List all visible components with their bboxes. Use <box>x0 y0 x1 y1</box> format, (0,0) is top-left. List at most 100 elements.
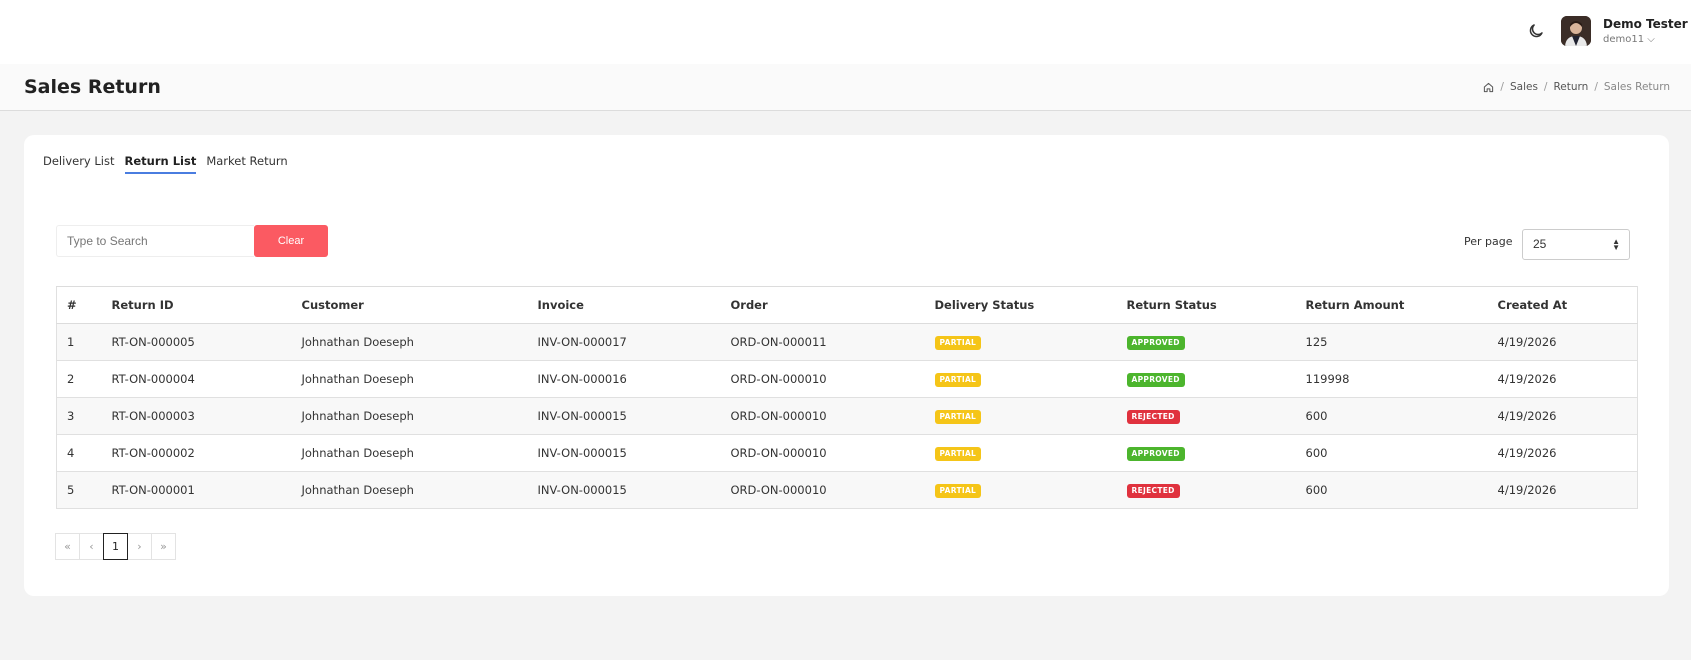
breadcrumb-current: Sales Return <box>1603 81 1670 93</box>
delivery-status-badge: PARTIAL <box>934 447 982 461</box>
column-header-created-at[interactable]: Created At <box>1487 286 1638 324</box>
cell-return-id: RT-ON-000002 <box>101 434 292 472</box>
top-navbar: Demo Tester demo11 ⌵ <box>0 0 1691 64</box>
cell-invoice: INV-ON-000017 <box>527 323 721 361</box>
cell-delivery-status: PARTIAL <box>924 471 1117 509</box>
column-header-number[interactable]: # <box>56 286 102 324</box>
cell-number: 5 <box>56 471 102 509</box>
user-name[interactable]: Demo Tester <box>1603 17 1688 31</box>
cell-created-at: 4/19/2026 <box>1487 434 1638 472</box>
content-card: Delivery List Return List Market Return … <box>24 135 1669 596</box>
breadcrumb-item-return[interactable]: Return <box>1553 81 1588 93</box>
table-row[interactable]: 2 RT-ON-000004 Johnathan Doeseph INV-ON-… <box>56 360 1638 398</box>
cell-return-id: RT-ON-000004 <box>101 360 292 398</box>
user-menu-toggle[interactable]: demo11 ⌵ <box>1603 34 1655 45</box>
page-title: Sales Return <box>24 76 161 98</box>
cell-customer: Johnathan Doeseph <box>291 360 528 398</box>
cell-customer: Johnathan Doeseph <box>291 397 528 435</box>
cell-order: ORD-ON-000010 <box>720 397 925 435</box>
breadcrumb-separator: / <box>1500 81 1504 93</box>
column-header-delivery-status[interactable]: Delivery Status <box>924 286 1117 324</box>
chevron-down-icon: ⌵ <box>1647 34 1655 45</box>
cell-customer: Johnathan Doeseph <box>291 434 528 472</box>
tab-market-return[interactable]: Market Return <box>206 154 287 174</box>
per-page-label: Per page <box>1464 235 1513 248</box>
table-row[interactable]: 4 RT-ON-000002 Johnathan Doeseph INV-ON-… <box>56 434 1638 472</box>
cell-created-at: 4/19/2026 <box>1487 323 1638 361</box>
per-page-value: 25 <box>1533 237 1547 251</box>
breadcrumb-separator: / <box>1543 81 1548 93</box>
cell-number: 2 <box>56 360 102 398</box>
next-page-button[interactable]: › <box>127 533 152 560</box>
tab-delivery-list[interactable]: Delivery List <box>43 154 115 174</box>
moon-icon[interactable] <box>1527 22 1545 40</box>
cell-customer: Johnathan Doeseph <box>291 323 528 361</box>
page-button-current[interactable]: 1 <box>103 533 128 560</box>
return-status-badge: REJECTED <box>1126 484 1180 498</box>
table-row[interactable]: 3 RT-ON-000003 Johnathan Doeseph INV-ON-… <box>56 397 1638 435</box>
column-header-order[interactable]: Order <box>720 286 925 324</box>
cell-return-amount: 125 <box>1295 323 1488 361</box>
cell-number: 4 <box>56 434 102 472</box>
delivery-status-badge: PARTIAL <box>934 410 982 424</box>
column-header-return-amount[interactable]: Return Amount <box>1295 286 1488 324</box>
per-page-select[interactable]: 25 ▲ ▼ <box>1522 229 1630 260</box>
cell-return-status: REJECTED <box>1116 471 1296 509</box>
cell-invoice: INV-ON-000016 <box>527 360 721 398</box>
breadcrumb-item-sales[interactable]: Sales <box>1510 81 1538 93</box>
cell-created-at: 4/19/2026 <box>1487 471 1638 509</box>
page-header: Sales Return / Sales / Return / Sales Re… <box>0 64 1691 111</box>
cell-order: ORD-ON-000010 <box>720 434 925 472</box>
cell-return-id: RT-ON-000001 <box>101 471 292 509</box>
column-header-return-status[interactable]: Return Status <box>1116 286 1296 324</box>
cell-number: 3 <box>56 397 102 435</box>
delivery-status-badge: PARTIAL <box>934 336 982 350</box>
first-page-button[interactable]: « <box>55 533 80 560</box>
cell-return-status: APPROVED <box>1116 323 1296 361</box>
cell-return-id: RT-ON-000003 <box>101 397 292 435</box>
cell-number: 1 <box>56 323 102 361</box>
table-row[interactable]: 1 RT-ON-000005 Johnathan Doeseph INV-ON-… <box>56 323 1638 361</box>
home-icon[interactable] <box>1483 82 1494 93</box>
cell-invoice: INV-ON-000015 <box>527 434 721 472</box>
breadcrumb: / Sales / Return / Sales Return <box>1483 81 1670 93</box>
cell-order: ORD-ON-000010 <box>720 360 925 398</box>
cell-invoice: INV-ON-000015 <box>527 471 721 509</box>
breadcrumb-separator: / <box>1594 81 1598 93</box>
cell-delivery-status: PARTIAL <box>924 397 1117 435</box>
cell-delivery-status: PARTIAL <box>924 434 1117 472</box>
tab-return-list[interactable]: Return List <box>124 154 197 174</box>
return-status-badge: APPROVED <box>1126 447 1185 461</box>
column-header-return-id[interactable]: Return ID <box>101 286 292 324</box>
cell-delivery-status: PARTIAL <box>924 323 1117 361</box>
cell-return-status: REJECTED <box>1116 397 1296 435</box>
column-header-invoice[interactable]: Invoice <box>527 286 721 324</box>
table-row[interactable]: 5 RT-ON-000001 Johnathan Doeseph INV-ON-… <box>56 471 1638 509</box>
clear-button[interactable]: Clear <box>254 225 328 257</box>
return-status-badge: REJECTED <box>1126 410 1180 424</box>
cell-delivery-status: PARTIAL <box>924 360 1117 398</box>
cell-return-id: RT-ON-000005 <box>101 323 292 361</box>
user-avatar[interactable] <box>1561 16 1591 46</box>
cell-return-amount: 600 <box>1295 471 1488 509</box>
last-page-button[interactable]: » <box>151 533 176 560</box>
delivery-status-badge: PARTIAL <box>934 373 982 387</box>
cell-return-amount: 119998 <box>1295 360 1488 398</box>
column-header-customer[interactable]: Customer <box>291 286 528 324</box>
cell-customer: Johnathan Doeseph <box>291 471 528 509</box>
table-header-row: # Return ID Customer Invoice Order Deliv… <box>56 286 1638 324</box>
delivery-status-badge: PARTIAL <box>934 484 982 498</box>
pagination: « ‹ 1 › » <box>55 533 176 560</box>
tabs: Delivery List Return List Market Return <box>43 154 288 174</box>
search-input[interactable] <box>56 225 254 257</box>
prev-page-button[interactable]: ‹ <box>79 533 104 560</box>
return-status-badge: APPROVED <box>1126 336 1185 350</box>
sort-arrows-icon: ▲ ▼ <box>1612 237 1620 252</box>
cell-order: ORD-ON-000011 <box>720 323 925 361</box>
cell-return-status: APPROVED <box>1116 434 1296 472</box>
cell-return-amount: 600 <box>1295 434 1488 472</box>
cell-return-amount: 600 <box>1295 397 1488 435</box>
cell-order: ORD-ON-000010 <box>720 471 925 509</box>
username: demo11 <box>1603 34 1645 45</box>
cell-invoice: INV-ON-000015 <box>527 397 721 435</box>
